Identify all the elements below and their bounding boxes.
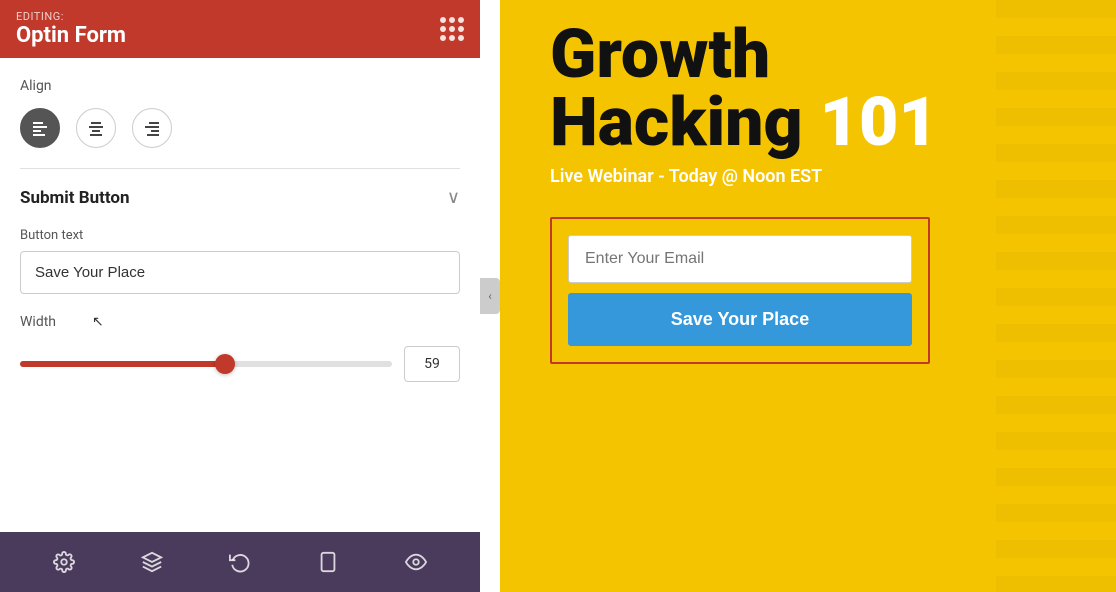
mobile-button[interactable] — [308, 542, 348, 582]
submit-button[interactable]: Save Your Place — [568, 293, 912, 346]
collapse-arrow-icon: ‹ — [488, 289, 492, 303]
preview-button[interactable] — [396, 542, 436, 582]
hero-title-line2: Hacking — [550, 82, 803, 162]
align-right-button[interactable] — [132, 108, 172, 148]
align-center-button[interactable] — [76, 108, 116, 148]
bottom-toolbar — [0, 532, 480, 592]
right-panel: Growth Hacking 101 Live Webinar - Today … — [500, 0, 1116, 592]
hero-title-number-display: 101 — [820, 82, 938, 162]
layers-icon — [141, 551, 163, 573]
panel-title: Optin Form — [16, 23, 126, 48]
optin-form: Save Your Place — [550, 217, 930, 364]
divider — [20, 168, 460, 169]
cursor-icon: ↖ — [92, 314, 104, 330]
width-label: Width — [20, 314, 80, 330]
submit-button-section-header: Submit Button ∨ — [20, 187, 460, 208]
hero-title: Growth Hacking 101 — [550, 20, 1076, 156]
mobile-icon — [317, 551, 339, 573]
email-input[interactable] — [568, 235, 912, 283]
align-label: Align — [20, 78, 460, 94]
slider-thumb[interactable] — [215, 354, 235, 374]
button-text-label: Button text — [20, 228, 460, 243]
slider-value: 59 — [424, 356, 440, 372]
button-text-input[interactable] — [20, 251, 460, 294]
history-icon — [229, 551, 251, 573]
align-left-icon — [32, 120, 48, 136]
submit-button-label: Save Your Place — [671, 309, 809, 329]
align-center-icon — [88, 120, 104, 136]
layers-button[interactable] — [132, 542, 172, 582]
submit-button-section-title: Submit Button — [20, 188, 130, 208]
eye-icon — [405, 551, 427, 573]
editing-label: EDITING: — [16, 10, 126, 23]
panel-content: Align — [0, 58, 480, 532]
slider-fill — [20, 361, 225, 367]
slider-track — [20, 361, 392, 367]
panel-collapse-notch: ‹ — [480, 0, 500, 592]
hero-subtitle: Live Webinar - Today @ Noon EST — [550, 166, 1076, 187]
align-left-button[interactable] — [20, 108, 60, 148]
slider-container: 59 — [20, 346, 460, 382]
panel-header-text: EDITING: Optin Form — [16, 10, 126, 48]
panel-header: EDITING: Optin Form — [0, 0, 480, 58]
align-row — [20, 108, 460, 148]
dots-grid-icon[interactable] — [440, 17, 464, 41]
slider-wrap — [20, 354, 392, 374]
history-button[interactable] — [220, 542, 260, 582]
chevron-down-icon[interactable]: ∨ — [447, 187, 460, 208]
slider-value-box: 59 — [404, 346, 460, 382]
width-row: Width ↖ — [20, 314, 460, 330]
align-right-icon — [144, 120, 160, 136]
left-panel: EDITING: Optin Form Align — [0, 0, 480, 592]
gear-icon — [53, 551, 75, 573]
collapse-arrow-button[interactable]: ‹ — [480, 278, 500, 314]
settings-button[interactable] — [44, 542, 84, 582]
